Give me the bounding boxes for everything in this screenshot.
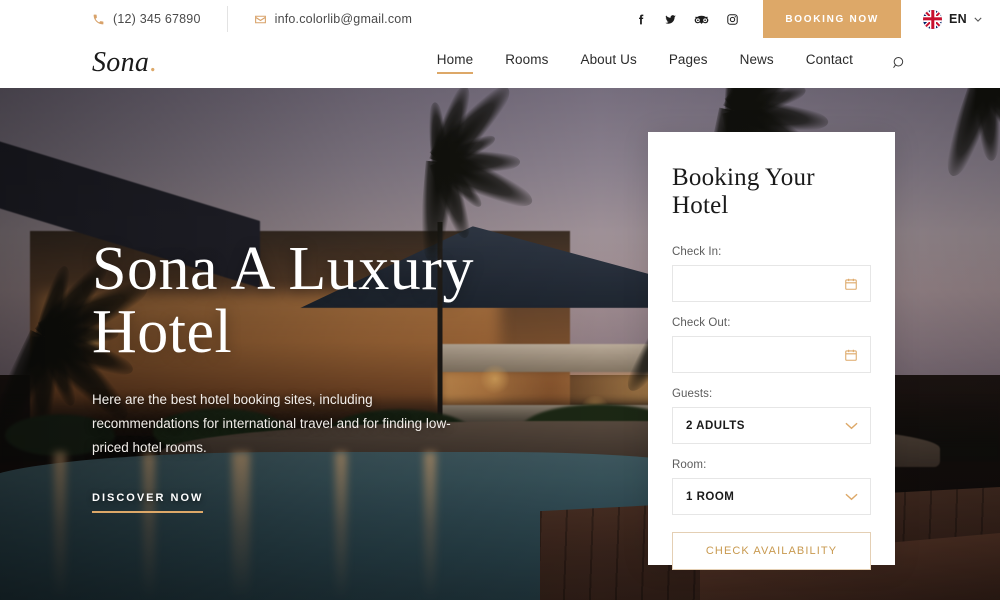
guests-select[interactable]: 2 ADULTS: [672, 407, 871, 444]
check-in-label: Check In:: [672, 246, 722, 258]
envelope-icon: [254, 13, 267, 26]
check-in-input-wrapper[interactable]: [672, 265, 871, 302]
social-links: [634, 13, 739, 26]
uk-flag-icon: [923, 9, 943, 29]
email-address: info.colorlib@gmail.com: [274, 12, 413, 26]
guests-value: 2 ADULTS: [686, 419, 745, 432]
phone-number: (12) 345 67890: [113, 12, 201, 26]
booking-now-button[interactable]: BOOKING NOW: [763, 0, 902, 38]
room-value: 1 ROOM: [686, 490, 735, 503]
room-label: Room:: [672, 459, 707, 471]
guests-label: Guests:: [672, 388, 713, 400]
twitter-icon[interactable]: [664, 13, 677, 26]
phone-contact[interactable]: (12) 345 67890: [92, 12, 201, 26]
discover-now-button[interactable]: DISCOVER NOW: [92, 492, 204, 514]
primary-nav: Home Rooms About Us Pages News Contact: [436, 52, 853, 74]
check-out-input-wrapper[interactable]: [672, 336, 871, 373]
check-availability-button[interactable]: CHECK AVAILABILITY: [672, 532, 871, 570]
guests-field: Guests: 2 ADULTS: [672, 388, 871, 444]
facebook-icon[interactable]: [634, 13, 647, 26]
nav-item-news[interactable]: News: [740, 52, 774, 74]
instagram-icon[interactable]: [726, 13, 739, 26]
check-in-input[interactable]: [686, 266, 836, 301]
check-out-label: Check Out:: [672, 317, 731, 329]
nav-item-rooms[interactable]: Rooms: [505, 52, 548, 74]
hero-title: Sona A Luxury Hotel: [92, 235, 474, 367]
check-out-field: Check Out:: [672, 317, 871, 373]
nav-item-contact[interactable]: Contact: [806, 52, 853, 74]
chevron-down-icon[interactable]: [845, 422, 858, 430]
nav-item-pages[interactable]: Pages: [669, 52, 708, 74]
chevron-down-icon[interactable]: [845, 493, 858, 501]
room-field: Room: 1 ROOM: [672, 459, 871, 515]
calendar-icon[interactable]: [844, 277, 858, 291]
site-logo[interactable]: Sona.: [92, 47, 157, 79]
room-select[interactable]: 1 ROOM: [672, 478, 871, 515]
check-in-field: Check In:: [672, 246, 871, 302]
hero-content: Sona A Luxury Hotel Here are the best ho…: [92, 235, 522, 514]
email-contact[interactable]: info.colorlib@gmail.com: [254, 12, 412, 26]
language-label: EN: [949, 12, 967, 26]
tripadvisor-icon[interactable]: [694, 13, 709, 26]
chevron-down-icon: [974, 14, 982, 24]
search-icon[interactable]: [891, 55, 908, 72]
top-bar: (12) 345 67890 info.colorlib@gmail.com B…: [0, 0, 1000, 38]
main-navbar: Sona. Home Rooms About Us Pages News Con…: [0, 38, 1000, 88]
logo-text: Sona: [92, 47, 150, 78]
hero-description: Here are the best hotel booking sites, i…: [92, 392, 451, 455]
phone-icon: [92, 13, 105, 26]
booking-card: Booking Your Hotel Check In: Check Out: …: [648, 132, 895, 570]
booking-card-title: Booking Your Hotel: [672, 164, 815, 219]
divider: [226, 6, 228, 32]
hero-section: Sona A Luxury Hotel Here are the best ho…: [0, 88, 1000, 600]
top-bar-right: BOOKING NOW EN: [634, 0, 1000, 38]
language-selector[interactable]: EN: [923, 9, 982, 29]
nav-item-about-us[interactable]: About Us: [580, 52, 636, 74]
calendar-icon[interactable]: [844, 348, 858, 362]
nav-item-home[interactable]: Home: [436, 52, 474, 74]
check-out-input[interactable]: [686, 337, 836, 372]
logo-dot: .: [149, 47, 157, 78]
